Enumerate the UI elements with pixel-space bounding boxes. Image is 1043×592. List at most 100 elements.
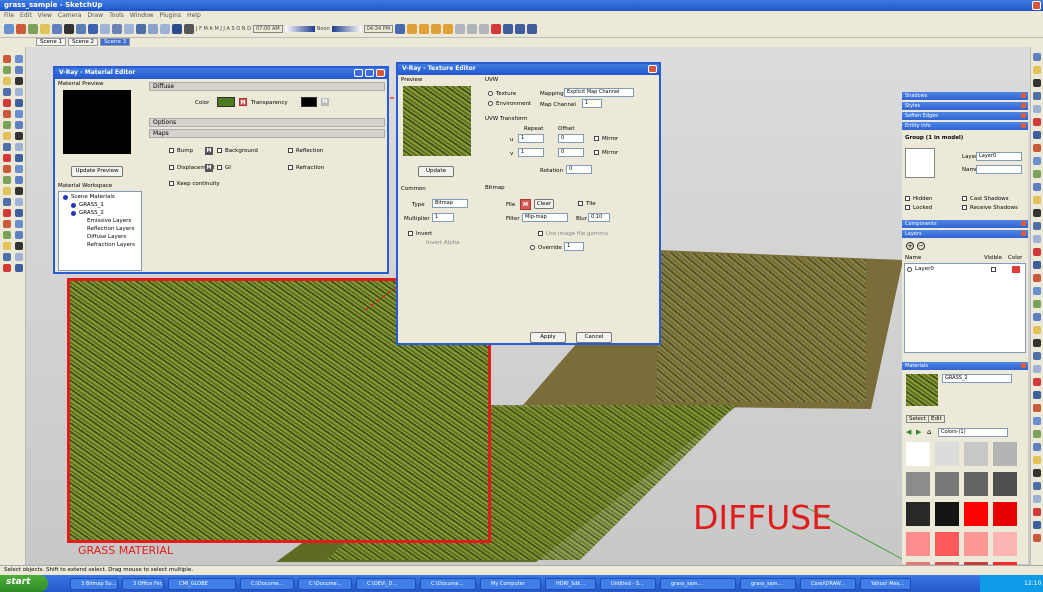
taskbar-button[interactable]: 3 Office Fer...: [122, 578, 164, 590]
plugin-tool-icon[interactable]: [1033, 326, 1041, 334]
v-repeat-input[interactable]: 1: [518, 148, 544, 157]
tab-select[interactable]: Select: [906, 415, 929, 423]
plugin-tool-icon[interactable]: [1033, 170, 1041, 178]
plugin-tool-icon[interactable]: [1033, 248, 1041, 256]
plugin-tool-icon[interactable]: [1033, 378, 1041, 386]
material-swatch[interactable]: [935, 532, 959, 556]
tree-item[interactable]: GRASS_1: [79, 202, 104, 208]
remove-layer-icon[interactable]: −: [917, 242, 925, 250]
taskbar-button[interactable]: Untitled - S...: [600, 578, 656, 590]
taskbar-button[interactable]: Yahoo! Mes...: [860, 578, 911, 590]
tree-item[interactable]: GRASS_2: [79, 210, 104, 216]
material-swatch[interactable]: [935, 472, 959, 496]
close-icon[interactable]: [1021, 93, 1026, 98]
override-radio[interactable]: [530, 245, 535, 250]
displacement-checkbox[interactable]: [169, 165, 174, 170]
bump-map-button[interactable]: M: [205, 147, 213, 155]
tab-edit[interactable]: Edit: [928, 415, 945, 423]
material-swatch[interactable]: [906, 502, 930, 526]
close-icon[interactable]: [1021, 113, 1026, 118]
mapping-select[interactable]: Explicit Map Channel: [564, 88, 634, 97]
tree-item[interactable]: Scene Materials: [71, 194, 115, 200]
clear-button[interactable]: Clear: [534, 199, 554, 209]
hidden-checkbox[interactable]: [905, 196, 910, 201]
materials-panel-header[interactable]: Materials: [902, 362, 1028, 370]
u-offset-input[interactable]: 0: [558, 134, 584, 143]
background-checkbox[interactable]: [217, 148, 222, 153]
refraction-checkbox[interactable]: [288, 165, 293, 170]
material-swatch[interactable]: [906, 442, 930, 466]
taskbar-button[interactable]: CMI_GLOBE: [168, 578, 236, 590]
taskbar-button[interactable]: HDRI_Sdk...: [545, 578, 596, 590]
diffuse-color-swatch[interactable]: [217, 97, 235, 107]
taskbar-button[interactable]: C:\Docume...: [240, 578, 294, 590]
taskbar-button[interactable]: C:\Docume...: [298, 578, 352, 590]
taskbar-button[interactable]: My Computer: [480, 578, 541, 590]
plugin-tool-icon[interactable]: [1033, 144, 1041, 152]
plugin-tool-icon[interactable]: [1033, 53, 1041, 61]
back-icon[interactable]: ◀: [906, 428, 911, 436]
layer0-color-swatch[interactable]: [1012, 266, 1020, 273]
plugin-tool-icon[interactable]: [1033, 261, 1041, 269]
taskbar-button[interactable]: C:\DEV\_D...: [356, 578, 416, 590]
close-icon[interactable]: [1021, 231, 1026, 236]
blur-input[interactable]: 0.10: [588, 213, 610, 222]
components-panel-header[interactable]: Components: [902, 220, 1028, 228]
material-swatch[interactable]: [993, 472, 1017, 496]
plugin-tool-icon[interactable]: [1033, 287, 1041, 295]
transparency-map-button[interactable]: M: [321, 98, 329, 106]
close-icon[interactable]: [1021, 103, 1026, 108]
plugin-tool-icon[interactable]: [1033, 105, 1041, 113]
minimize-icon[interactable]: [354, 69, 363, 77]
v-offset-input[interactable]: 0: [558, 148, 584, 157]
plugin-tool-icon[interactable]: [1033, 183, 1041, 191]
plugin-tool-icon[interactable]: [1033, 235, 1041, 243]
tree-item[interactable]: Diffuse Layers: [87, 234, 126, 240]
plugin-tool-icon[interactable]: [1033, 430, 1041, 438]
close-icon[interactable]: [1021, 363, 1026, 368]
layer0-active-radio[interactable]: [907, 267, 912, 272]
type-select[interactable]: Bitmap: [432, 199, 468, 208]
environment-radio[interactable]: [488, 101, 493, 106]
tree-item[interactable]: Refraction Layers: [87, 242, 135, 248]
plugin-tool-icon[interactable]: [1033, 118, 1041, 126]
soften-edges-panel-header[interactable]: Soften Edges: [902, 112, 1028, 120]
plugin-tool-icon[interactable]: [1033, 209, 1041, 217]
apply-button[interactable]: Apply: [530, 332, 566, 343]
transparency-swatch[interactable]: [301, 97, 317, 107]
layer0-visible-checkbox[interactable]: [991, 267, 996, 272]
map-channel-input[interactable]: 1: [582, 99, 602, 108]
locked-checkbox[interactable]: [905, 205, 910, 210]
tree-item[interactable]: Emissive Layers: [87, 218, 131, 224]
plugin-tool-icon[interactable]: [1033, 222, 1041, 230]
material-editor-titlebar[interactable]: V-Ray - Material Editor: [55, 68, 387, 79]
invert-checkbox[interactable]: [408, 231, 413, 236]
material-swatch[interactable]: [964, 442, 988, 466]
material-swatch[interactable]: [993, 532, 1017, 556]
material-swatch[interactable]: [906, 532, 930, 556]
u-mirror-checkbox[interactable]: [594, 136, 599, 141]
layers-panel-header[interactable]: Layers: [902, 230, 1028, 238]
cast-shadows-checkbox[interactable]: [962, 196, 967, 201]
layer0-name[interactable]: Layer0: [915, 266, 934, 272]
forward-icon[interactable]: ▶: [916, 428, 921, 436]
shadows-panel-header[interactable]: Shadows: [902, 92, 1028, 100]
tile-checkbox[interactable]: [578, 201, 583, 206]
taskbar-button[interactable]: C:\Docume...: [420, 578, 476, 590]
layer-select[interactable]: Layer0: [976, 152, 1022, 161]
plugin-tool-icon[interactable]: [1033, 508, 1041, 516]
material-swatch[interactable]: [964, 472, 988, 496]
material-swatch[interactable]: [964, 502, 988, 526]
plugin-tool-icon[interactable]: [1033, 391, 1041, 399]
add-layer-icon[interactable]: +: [906, 242, 914, 250]
gi-checkbox[interactable]: [217, 165, 222, 170]
displacement-map-button[interactable]: M: [205, 164, 213, 172]
maps-section-header[interactable]: Maps: [149, 129, 385, 138]
receive-shadows-checkbox[interactable]: [962, 205, 967, 210]
plugin-tool-icon[interactable]: [1033, 300, 1041, 308]
plugin-tool-icon[interactable]: [1033, 443, 1041, 451]
tree-item[interactable]: Reflection Layers: [87, 226, 134, 232]
taskbar-button[interactable]: Corel\DRAW...: [800, 578, 856, 590]
update-preview-button[interactable]: Update Preview: [71, 166, 123, 177]
use-image-gamma-checkbox[interactable]: [538, 231, 543, 236]
